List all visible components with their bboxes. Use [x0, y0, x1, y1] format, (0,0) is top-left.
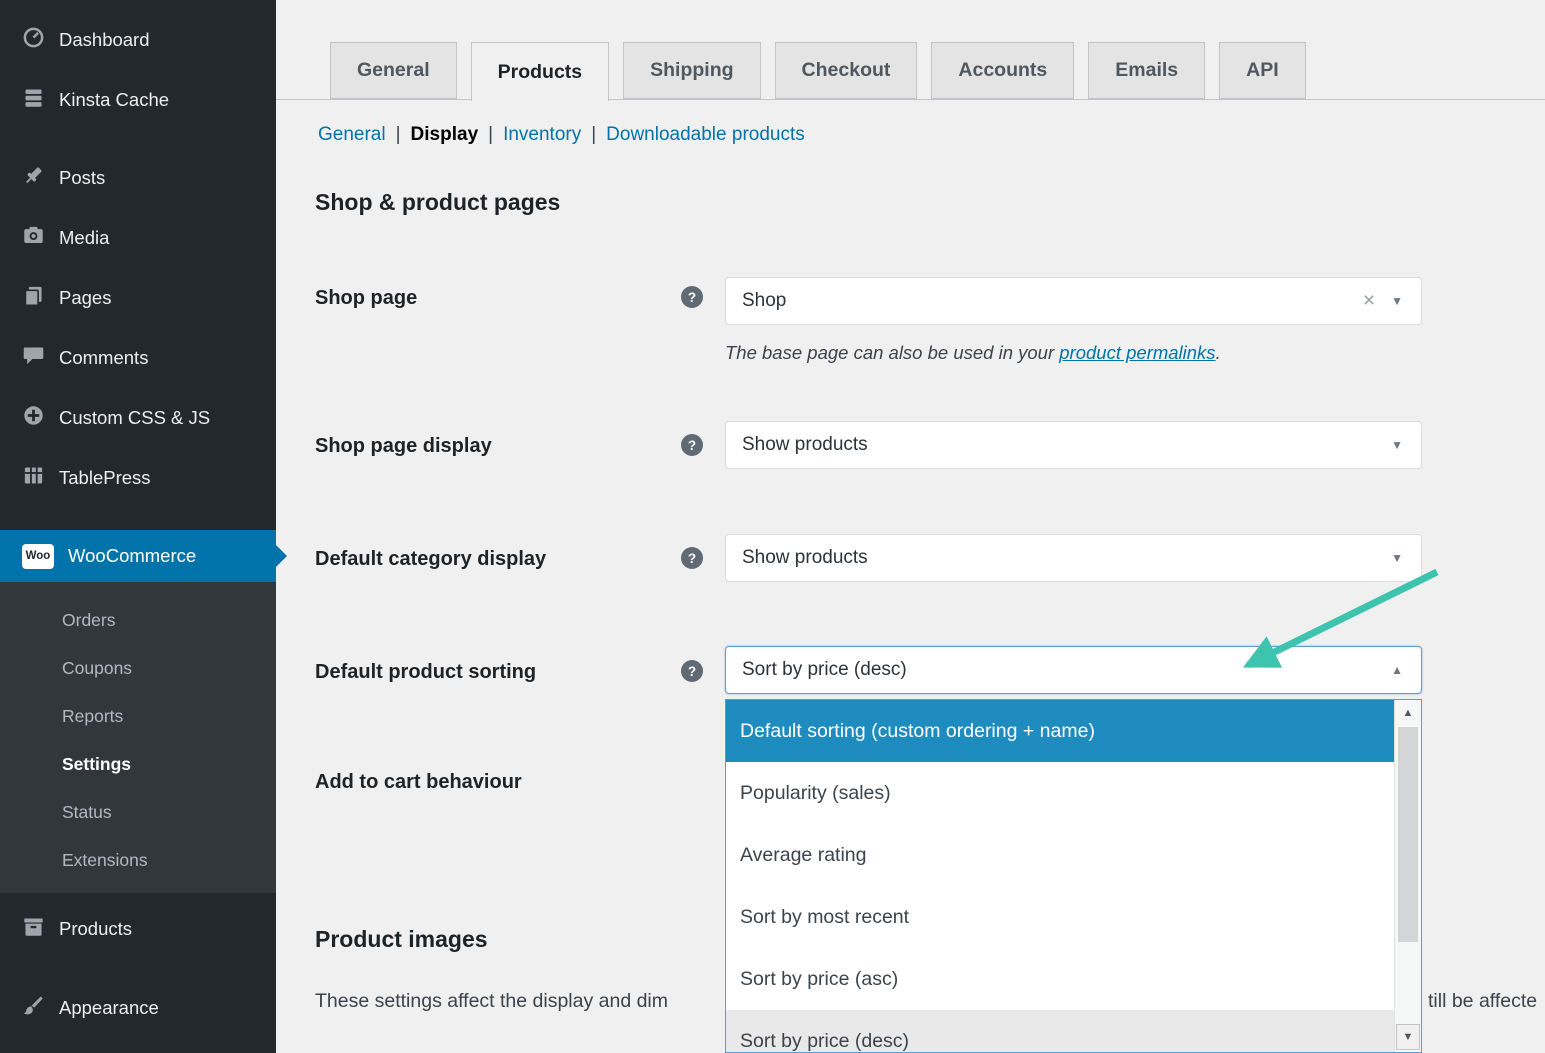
box-icon: [22, 915, 45, 943]
sidebar-item-label: Comments: [59, 347, 148, 369]
sorting-options-dropdown: Default sorting (custom ordering + name)…: [725, 699, 1422, 1053]
submenu-item-status[interactable]: Status: [0, 788, 276, 836]
tab-accounts[interactable]: Accounts: [931, 42, 1074, 99]
dashboard-icon: [22, 26, 45, 54]
speech-bubble-icon: [22, 344, 45, 372]
sidebar-item-pages[interactable]: Pages: [0, 268, 276, 328]
scroll-down-icon[interactable]: ▼: [1396, 1024, 1420, 1050]
subnav-separator: |: [396, 124, 401, 146]
sidebar-item-media[interactable]: Media: [0, 208, 276, 268]
tab-api[interactable]: API: [1219, 42, 1306, 99]
submenu-item-extensions[interactable]: Extensions: [0, 836, 276, 884]
chevron-down-icon[interactable]: ▼: [1391, 438, 1403, 452]
submenu-item-orders[interactable]: Orders: [0, 596, 276, 644]
plus-circle-icon: [22, 404, 45, 432]
sidebar-item-label: WooCommerce: [68, 545, 196, 567]
products-subsections: General | Display | Inventory | Download…: [318, 124, 805, 146]
shop-page-description: The base page can also be used in your p…: [725, 342, 1221, 364]
shop-page-select[interactable]: Shop × ▼: [725, 277, 1422, 325]
paintbrush-icon: [22, 994, 45, 1022]
active-menu-notch: [276, 545, 287, 567]
tab-emails[interactable]: Emails: [1088, 42, 1205, 99]
shop-page-label: Shop page: [315, 287, 417, 310]
product-images-description: These settings affect the display and di…: [315, 990, 668, 1013]
product-images-title: Product images: [315, 926, 488, 953]
chevron-down-icon[interactable]: ▼: [1391, 551, 1403, 565]
sidebar-separator: [0, 508, 276, 530]
pushpin-icon: [22, 164, 45, 192]
shop-page-select-value: Shop: [742, 290, 786, 312]
tab-checkout[interactable]: Checkout: [775, 42, 918, 99]
dropdown-option-default-sorting[interactable]: Default sorting (custom ordering + name): [726, 700, 1421, 762]
dropdown-option-average-rating[interactable]: Average rating: [726, 824, 1421, 886]
sidebar-item-label: Custom CSS & JS: [59, 407, 210, 429]
help-tip-icon[interactable]: ?: [681, 434, 703, 456]
sidebar-item-tablepress[interactable]: TablePress: [0, 448, 276, 508]
default-category-display-label: Default category display: [315, 548, 546, 571]
subnav-separator: |: [591, 124, 596, 146]
sidebar-item-label: Kinsta Cache: [59, 89, 169, 111]
camera-icon: [22, 224, 45, 252]
default-category-display-select[interactable]: Show products ▼: [725, 534, 1422, 582]
help-tip-icon[interactable]: ?: [681, 286, 703, 308]
woocommerce-settings-page: Dashboard Kinsta Cache Posts Media Pages…: [0, 0, 1545, 1053]
sidebar-item-woocommerce[interactable]: Woo WooCommerce: [0, 530, 276, 582]
cache-icon: [22, 86, 45, 114]
sidebar-item-label: Appearance: [59, 997, 159, 1019]
shop-page-display-select[interactable]: Show products ▼: [725, 421, 1422, 469]
sidebar-item-dashboard[interactable]: Dashboard: [0, 10, 276, 70]
dropdown-option-popularity[interactable]: Popularity (sales): [726, 762, 1421, 824]
sidebar-item-label: Dashboard: [59, 29, 150, 51]
sidebar-item-label: Pages: [59, 287, 111, 309]
submenu-item-settings[interactable]: Settings: [0, 740, 276, 788]
woocommerce-submenu: Orders Coupons Reports Settings Status E…: [0, 582, 276, 893]
subnav-general[interactable]: General: [318, 124, 386, 146]
pages-icon: [22, 284, 45, 312]
dropdown-scrollbar[interactable]: ▲ ▼: [1394, 700, 1421, 1052]
dropdown-option-price-desc[interactable]: Sort by price (desc): [726, 1010, 1421, 1053]
sidebar-item-kinsta-cache[interactable]: Kinsta Cache: [0, 70, 276, 130]
sidebar-separator: [0, 130, 276, 148]
sidebar-item-label: Posts: [59, 167, 105, 189]
submenu-item-coupons[interactable]: Coupons: [0, 644, 276, 692]
table-icon: [22, 464, 45, 492]
default-product-sorting-select[interactable]: Sort by price (desc) ▲: [725, 646, 1422, 694]
dropdown-option-price-asc[interactable]: Sort by price (asc): [726, 948, 1421, 1010]
subnav-downloadable-products[interactable]: Downloadable products: [606, 124, 805, 146]
clear-selection-icon[interactable]: ×: [1363, 289, 1375, 313]
admin-sidebar: Dashboard Kinsta Cache Posts Media Pages…: [0, 0, 276, 1053]
woocommerce-icon: Woo: [22, 544, 54, 569]
section-title: Shop & product pages: [315, 189, 560, 216]
help-tip-icon[interactable]: ?: [681, 547, 703, 569]
submenu-item-reports[interactable]: Reports: [0, 692, 276, 740]
sidebar-item-appearance[interactable]: Appearance: [0, 978, 276, 1038]
subnav-display-current[interactable]: Display: [411, 124, 479, 146]
chevron-down-icon[interactable]: ▼: [1391, 294, 1403, 308]
add-to-cart-behaviour-label: Add to cart behaviour: [315, 771, 522, 794]
sidebar-item-comments[interactable]: Comments: [0, 328, 276, 388]
dropdown-option-most-recent[interactable]: Sort by most recent: [726, 886, 1421, 948]
tab-shipping[interactable]: Shipping: [623, 42, 760, 99]
sidebar-item-posts[interactable]: Posts: [0, 148, 276, 208]
sidebar-item-custom-css-js[interactable]: Custom CSS & JS: [0, 388, 276, 448]
scrollbar-thumb[interactable]: [1398, 727, 1418, 942]
help-tip-icon[interactable]: ?: [681, 660, 703, 682]
chevron-up-icon[interactable]: ▲: [1391, 663, 1403, 677]
product-permalinks-link[interactable]: product permalinks: [1059, 342, 1215, 363]
subnav-inventory[interactable]: Inventory: [503, 124, 581, 146]
subnav-separator: |: [488, 124, 493, 146]
product-images-description-continued: till be affecte: [1428, 990, 1537, 1013]
tab-products[interactable]: Products: [471, 42, 610, 101]
scroll-up-icon[interactable]: ▲: [1395, 700, 1421, 726]
sidebar-item-products[interactable]: Products: [0, 899, 276, 959]
sidebar-item-label: Media: [59, 227, 109, 249]
sidebar-item-label: TablePress: [59, 467, 151, 489]
shop-page-display-label: Shop page display: [315, 435, 492, 458]
default-product-sorting-label: Default product sorting: [315, 661, 536, 684]
tab-general[interactable]: General: [330, 42, 457, 99]
sidebar-item-label: Products: [59, 918, 132, 940]
settings-tabs: General Products Shipping Checkout Accou…: [330, 42, 1306, 101]
